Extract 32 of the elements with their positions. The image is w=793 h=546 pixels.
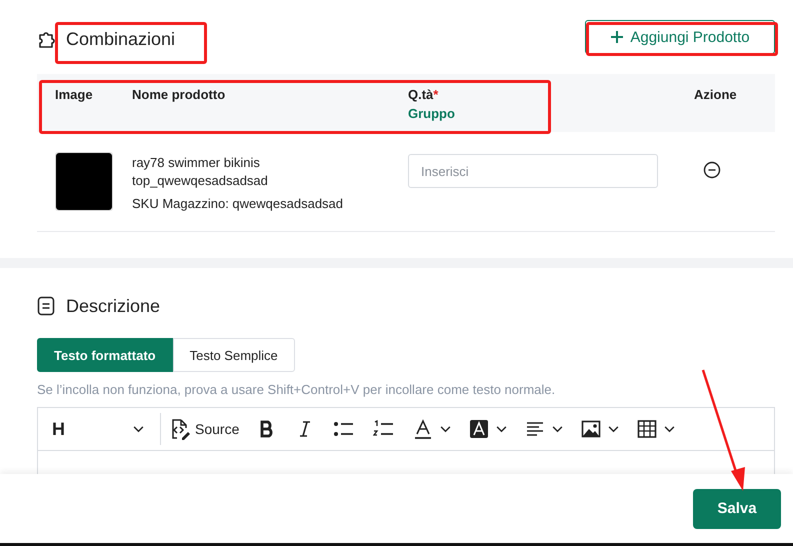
column-header: Azione (694, 87, 738, 102)
product-sku: SKU Magazzino: qwewqesadsadsad (132, 196, 344, 211)
column-subheader: Gruppo (408, 106, 456, 121)
plus-icon (610, 30, 624, 44)
column-header: Image (55, 87, 94, 102)
column-header: Q.tà* (408, 87, 440, 102)
remove-icon[interactable] (703, 161, 721, 179)
quantity-field[interactable]: Inserisci (408, 154, 658, 188)
heading-dropdown[interactable]: H (46, 414, 156, 444)
editor-tab[interactable]: Testo Semplice (172, 338, 295, 372)
editor-tab[interactable]: Testo formattato (37, 338, 173, 372)
bulleted-list-icon (333, 419, 356, 439)
section-title: Combinazioni (66, 28, 176, 50)
document-icon (37, 296, 55, 316)
image-icon (581, 419, 602, 439)
save-button[interactable]: Salva (693, 488, 781, 528)
font-color-icon (413, 419, 434, 439)
caret-icon (440, 426, 452, 432)
puzzle-icon (37, 29, 57, 49)
highlight-icon (469, 419, 490, 439)
caret-icon (552, 426, 564, 432)
table-icon (637, 419, 658, 439)
caret-icon (664, 426, 676, 432)
caret-icon (133, 426, 144, 432)
caret-icon (496, 426, 508, 432)
product-name: ray78 swimmer bikinis top_qwewqesadsadsad (132, 154, 269, 190)
section-title: Descrizione (66, 296, 160, 316)
source-button[interactable]: Source (167, 414, 248, 444)
caret-icon (608, 426, 620, 432)
column-header: Nome prodotto (132, 87, 226, 102)
align-icon (525, 419, 546, 439)
paste-hint: Se l’incolla non funziona, prova a usare Shift+Control+V per incollare come testo normale. (37, 382, 556, 397)
